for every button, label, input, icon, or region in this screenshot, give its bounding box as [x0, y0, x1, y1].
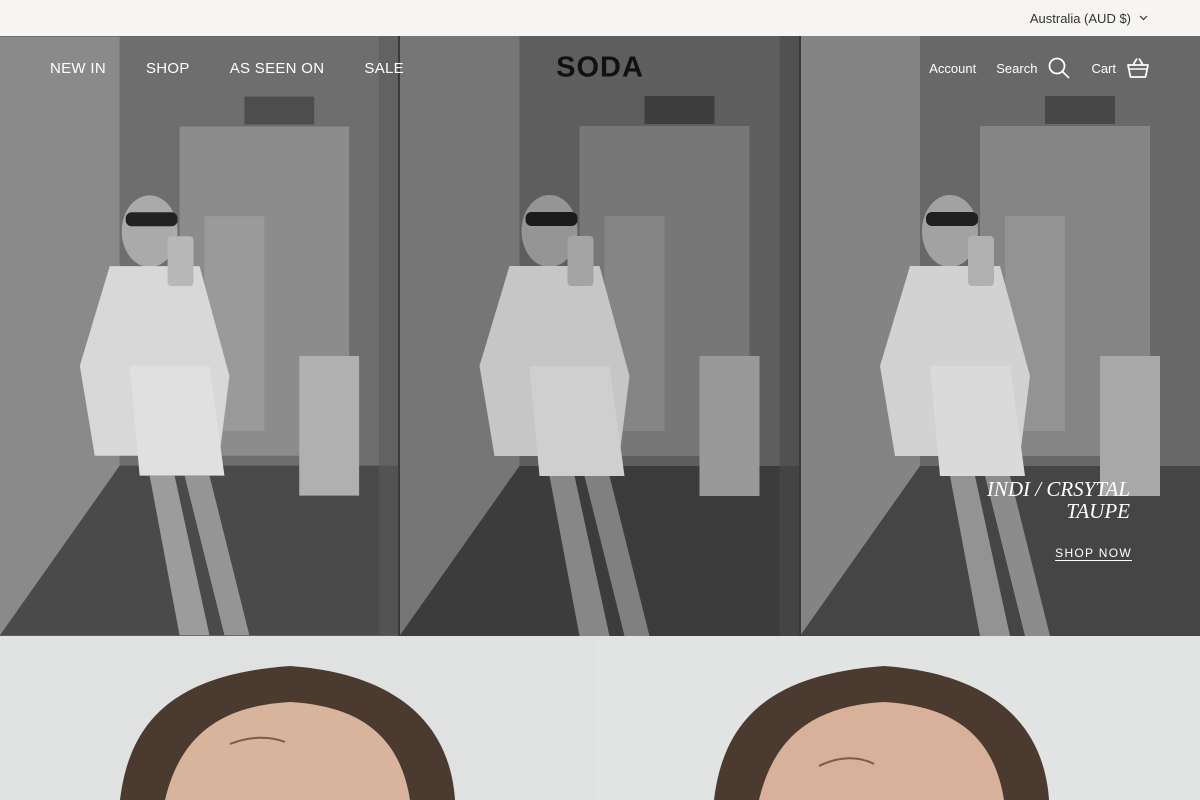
search-button[interactable]: Search — [996, 56, 1071, 80]
product-image-tile[interactable] — [0, 636, 594, 800]
primary-menu: NEW IN SHOP AS SEEN ON SALE — [50, 60, 404, 77]
nav-link-as-seen-on[interactable]: AS SEEN ON — [230, 60, 325, 77]
nav-link-new-in[interactable]: NEW IN — [50, 60, 106, 77]
chevron-down-icon — [1139, 15, 1148, 21]
search-label: Search — [996, 60, 1038, 76]
currency-label: Australia (AUD $) — [1029, 10, 1131, 26]
cart-button[interactable]: Cart — [1091, 56, 1150, 80]
panel-divider — [799, 36, 801, 636]
hero-photo-left — [0, 36, 399, 636]
account-link[interactable]: Account — [929, 61, 976, 76]
panel-divider — [398, 36, 400, 636]
shop-now-link[interactable]: SHOP NOW — [1055, 546, 1132, 560]
nav-link-shop[interactable]: SHOP — [146, 60, 190, 77]
utility-menu: Account Search Cart — [929, 56, 1150, 80]
main-navigation: NEW IN SHOP AS SEEN ON SALE SODA Account… — [0, 36, 1200, 100]
hero-photo-center — [399, 36, 800, 636]
cart-label: Cart — [1091, 60, 1116, 76]
site-logo[interactable]: SODA — [556, 52, 644, 85]
currency-selector[interactable]: Australia (AUD $) — [1030, 11, 1148, 26]
product-grid-preview — [0, 636, 1200, 800]
account-label: Account — [929, 60, 977, 76]
search-icon — [1049, 57, 1071, 79]
product-image-tile[interactable] — [594, 636, 1200, 800]
hero-title: INDI / CRSYTAL TAUPE — [986, 477, 1130, 523]
basket-icon — [1127, 58, 1149, 78]
hero-caption: INDI / CRSYTAL TAUPE SHOP NOW — [930, 477, 1132, 562]
nav-link-sale[interactable]: SALE — [364, 60, 404, 77]
announcement-bar: Australia (AUD $) — [0, 0, 1200, 36]
